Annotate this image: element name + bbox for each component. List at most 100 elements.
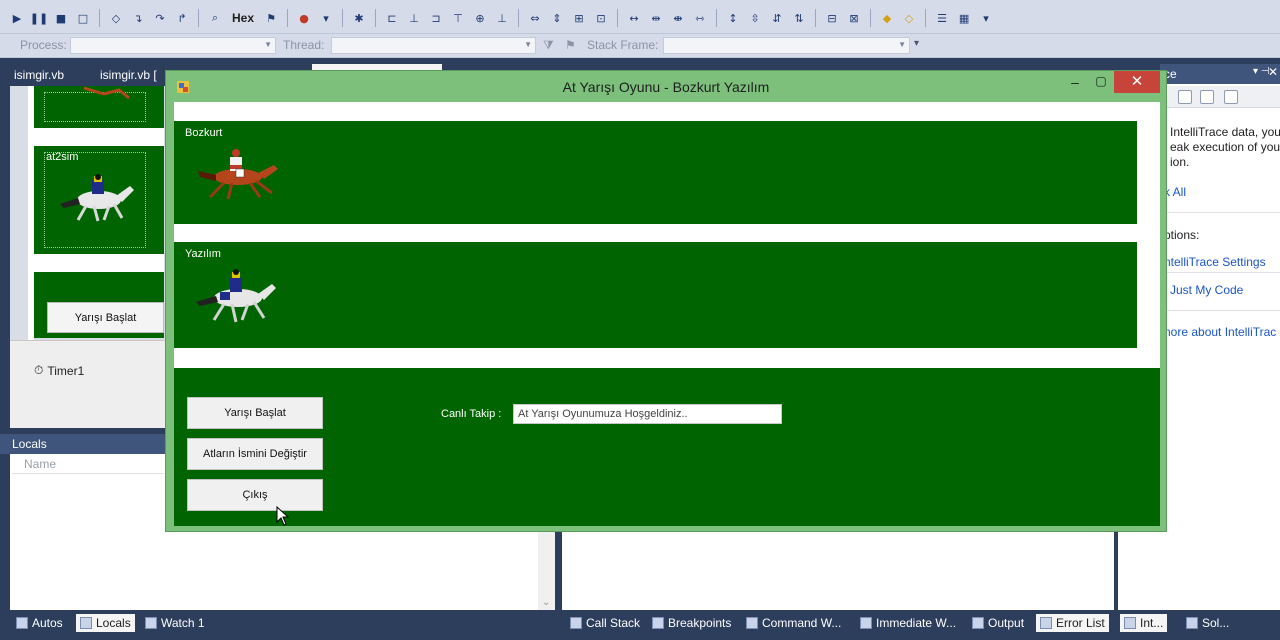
remove-vspacing-icon[interactable]: ⇅ [790,9,808,27]
toolbar-overflow-icon[interactable]: ▾ [977,9,995,27]
just-my-code-link[interactable]: Just My Code [1170,283,1243,297]
intellitrace-text-line: eak execution of you [1170,140,1280,154]
race-track-yazilim: Yazılım [174,242,1137,348]
tab-label: Error List [1056,616,1105,630]
center-vertically-icon[interactable]: ⊠ [845,9,863,27]
grid-icon[interactable]: ⊡ [592,9,610,27]
tab-solution-explorer[interactable]: Sol... [1182,614,1233,632]
locals-window-title[interactable]: Locals [0,434,165,454]
tab-isimgir-design[interactable]: isimgir.vb [ [100,68,157,82]
intellitrace-settings-link[interactable]: ntelliTrace Settings [1164,255,1266,269]
horizontal-spacing-icon[interactable]: ↔ [625,9,643,27]
show-next-statement-icon[interactable]: ◇ [107,9,125,27]
remove-spacing-icon[interactable]: ⇿ [691,9,709,27]
close-icon[interactable]: ✕ [1268,65,1278,79]
tab-order-icon[interactable]: ☰ [933,9,951,27]
timer-component[interactable]: ⏱ Timer1 [34,363,84,378]
settings-icon[interactable] [1224,90,1238,104]
bring-to-front-icon[interactable]: ◆ [878,9,896,27]
filter-icon[interactable]: ⧩ [543,38,554,53]
start-race-button[interactable]: Yarışı Başlat [187,397,323,429]
tab-autos[interactable]: Autos [12,614,67,632]
decrease-vspacing-icon[interactable]: ⇵ [768,9,786,27]
refresh-icon[interactable] [1200,90,1214,104]
tab-error-list[interactable]: Error List [1036,614,1109,632]
stack-frame-icon: ⚑ [565,38,576,52]
increase-vspacing-icon[interactable]: ⇳ [746,9,764,27]
locals-icon [80,617,92,629]
right-tool-window [1118,530,1280,610]
toolbar-overflow-icon[interactable]: ▾ [914,38,919,49]
track-label: Bozkurt [185,127,223,139]
vertical-spacing-icon[interactable]: ↕ [724,9,742,27]
step-into-icon[interactable]: ↴ [129,9,147,27]
align-middle-icon[interactable]: ⊕ [471,9,489,27]
tab-label: Locals [96,616,131,630]
live-tracking-textbox[interactable]: At Yarışı Oyunumuza Hoşgeldiniz.. [513,404,782,424]
tab-immediate-window[interactable]: Immediate W... [856,614,960,632]
minimize-icon[interactable]: – [1062,74,1088,96]
locals-scrollbar[interactable]: ⌄ [538,530,555,610]
designer-horse-label: at2sim [46,151,79,163]
watch-icon [145,617,157,629]
tab-isimgir-code[interactable]: isimgir.vb [14,68,64,82]
tab-locals[interactable]: Locals [76,614,135,632]
tab-breakpoints[interactable]: Breakpoints [648,614,735,632]
step-over-icon[interactable]: ↷ [151,9,169,27]
align-bottom-icon[interactable]: ⊥ [493,9,511,27]
tab-watch-1[interactable]: Watch 1 [141,614,209,632]
tab-command-window[interactable]: Command W... [742,614,845,632]
stack-frame-dropdown[interactable]: ▼ [663,37,910,54]
find-icon[interactable]: ⌕ [206,9,224,27]
horse-race-app-window[interactable]: At Yarışı Oyunu - Bozkurt Yazılım – ▢ ✕ … [165,70,1167,532]
increase-spacing-icon[interactable]: ⇹ [647,9,665,27]
app-title-bar[interactable]: At Yarışı Oyunu - Bozkurt Yazılım – ▢ ✕ [166,71,1166,101]
tab-intellitrace[interactable]: Int... [1120,614,1168,632]
designer-panel-top[interactable] [34,86,164,128]
same-size-icon[interactable]: ⊞ [570,9,588,27]
align-top-icon[interactable]: ⊤ [449,9,467,27]
thread-flag-icon[interactable]: ⚑ [262,9,280,27]
break-all-link[interactable]: k All [1164,185,1186,199]
process-label: Process: [20,38,67,52]
close-icon[interactable]: ✕ [1114,71,1160,93]
break-all-icon[interactable]: ❚❚ [30,9,48,27]
tab-output[interactable]: Output [968,614,1028,632]
align-center-icon[interactable]: ⊥ [405,9,423,27]
maximize-icon[interactable]: ▢ [1088,74,1114,96]
toolbar-separator [870,9,872,27]
align-left-icon[interactable]: ⊏ [383,9,401,27]
chevron-down-icon: ⌄ [542,597,551,608]
exit-button[interactable]: Çıkış [187,479,323,511]
lock-controls-icon[interactable]: ▦ [955,9,973,27]
same-width-icon[interactable]: ⇔ [526,9,544,27]
stack-frame-label: Stack Frame: [587,38,659,52]
continue-icon[interactable]: ▶ [8,9,26,27]
tab-call-stack[interactable]: Call Stack [566,614,644,632]
rename-horses-button[interactable]: Atların İsmini Değiştir [187,438,323,470]
bookmark-icon[interactable]: ✱ [350,9,368,27]
toolbar-separator [716,9,718,27]
process-dropdown[interactable]: ▼ [70,37,276,54]
restart-icon[interactable]: □ [74,9,92,27]
dropdown-icon[interactable]: ▾ [317,9,335,27]
learn-more-link[interactable]: nore about IntelliTrac [1164,325,1276,339]
document-icon[interactable] [1178,90,1192,104]
decrease-spacing-icon[interactable]: ⇼ [669,9,687,27]
thread-dropdown[interactable]: ▼ [331,37,536,54]
same-height-icon[interactable]: ⇕ [548,9,566,27]
center-horizontally-icon[interactable]: ⊟ [823,9,841,27]
step-out-icon[interactable]: ↱ [173,9,191,27]
output-icon [972,617,984,629]
designer-start-button[interactable]: Yarışı Başlat [47,302,164,333]
designer-gap [34,254,164,272]
hex-toggle[interactable]: Hex [228,11,258,25]
breakpoint-icon[interactable]: ● [295,9,313,27]
send-to-back-icon[interactable]: ◇ [900,9,918,27]
toolbar-separator [342,9,344,27]
locals-name-column[interactable]: Name [12,454,164,474]
align-right-icon[interactable]: ⊐ [427,9,445,27]
stop-icon[interactable]: ■ [52,9,70,27]
stopwatch-icon: ⏱ [34,363,44,377]
toolbar-separator [198,9,199,27]
